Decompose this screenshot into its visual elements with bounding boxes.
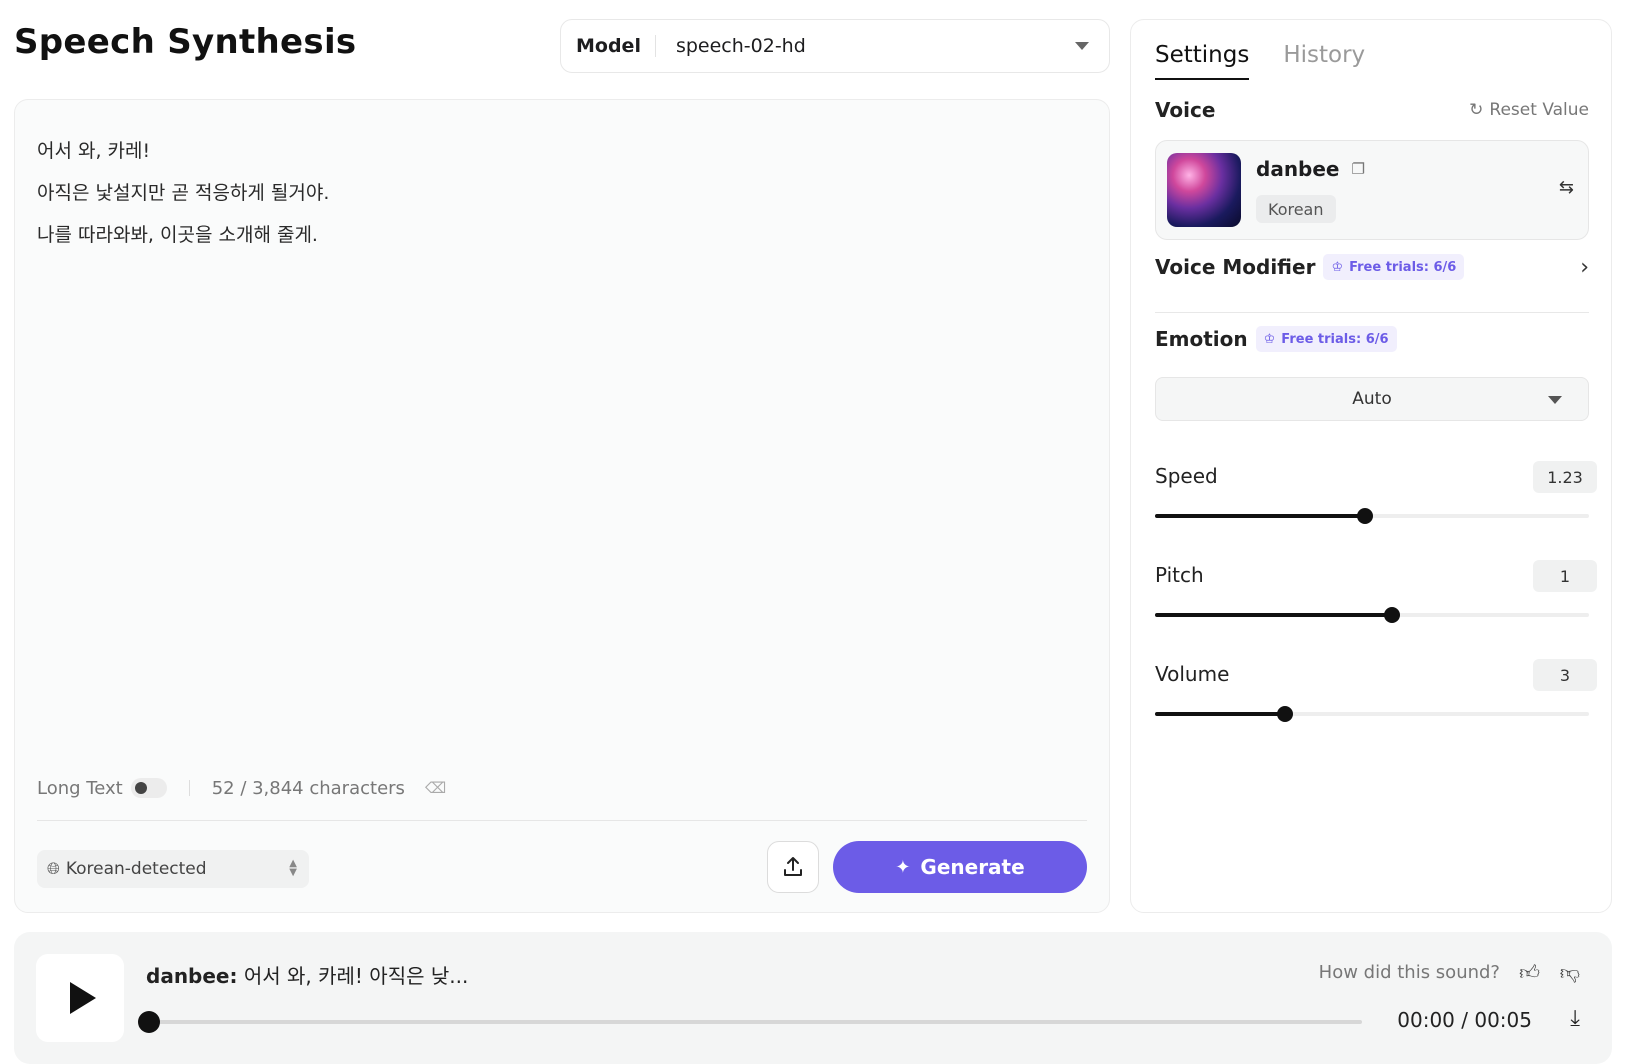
- text-editor[interactable]: 어서 와, 카레! 아직은 낯설지만 곧 적응하게 될거야. 나를 따라와봐, …: [14, 99, 1110, 913]
- pitch-value-input[interactable]: 1: [1533, 560, 1597, 592]
- progress-handle[interactable]: [138, 1011, 160, 1033]
- emotion-select[interactable]: Auto: [1155, 377, 1589, 421]
- emotion-value: Auto: [1352, 389, 1392, 409]
- chevron-right-icon: ›: [1580, 254, 1589, 280]
- reset-icon: ↻: [1469, 100, 1484, 120]
- playback-progress[interactable]: [138, 1011, 1362, 1033]
- long-text-label: Long Text: [37, 777, 123, 799]
- voice-language-tag: Korean: [1256, 195, 1336, 223]
- divider: [188, 780, 190, 796]
- chevron-down-icon: [1548, 396, 1562, 404]
- free-trials-text: Free trials: 6/6: [1349, 259, 1457, 275]
- model-label: Model: [561, 35, 656, 57]
- slider-fill: [1155, 613, 1392, 617]
- volume-slider[interactable]: [1155, 706, 1589, 722]
- crown-icon: ♔: [1263, 331, 1276, 347]
- voice-header: Voice ↻ Reset Value: [1155, 98, 1589, 122]
- sort-arrows-icon: ▲ ▼: [289, 858, 297, 878]
- voice-name-text: danbee: [1256, 157, 1340, 181]
- emotion-title: Emotion: [1155, 327, 1248, 351]
- reset-value-button[interactable]: ↻ Reset Value: [1469, 100, 1589, 120]
- download-icon[interactable]: ⤓: [1570, 1006, 1580, 1031]
- reset-label: Reset Value: [1489, 100, 1589, 120]
- track-voice: danbee:: [146, 964, 238, 988]
- voice-avatar: [1167, 153, 1241, 227]
- generate-label: Generate: [920, 855, 1025, 879]
- slider-fill: [1155, 514, 1366, 518]
- crown-icon: ♔: [1331, 259, 1344, 275]
- text-line: 어서 와, 카레!: [37, 140, 151, 162]
- copy-icon[interactable]: ❐: [1352, 160, 1365, 178]
- text-line: 나를 따라와봐, 이곳을 소개해 줄게.: [37, 224, 318, 246]
- chevron-down-icon: [1075, 42, 1089, 50]
- speed-label: Speed: [1155, 464, 1218, 488]
- free-trials-badge: ♔ Free trials: 6/6: [1255, 326, 1397, 352]
- swap-icon[interactable]: ⇆: [1559, 177, 1574, 198]
- speed-slider[interactable]: [1155, 508, 1589, 524]
- long-text-toggle[interactable]: [130, 778, 167, 798]
- emotion-header: Emotion ♔ Free trials: 6/6: [1155, 326, 1589, 352]
- model-select[interactable]: Model speech-02-hd: [560, 19, 1110, 73]
- voice-title: Voice: [1155, 98, 1216, 122]
- voice-modifier-title: Voice Modifier: [1155, 255, 1316, 279]
- volume-label: Volume: [1155, 662, 1230, 686]
- editor-footer: Long Text 52 / 3,844 characters ⌫: [37, 768, 1087, 808]
- toggle-knob: [134, 782, 147, 794]
- free-trials-badge: ♔ Free trials: 6/6: [1323, 254, 1465, 280]
- volume-value-input[interactable]: 3: [1533, 659, 1597, 691]
- upload-icon: [784, 857, 802, 876]
- slider-fill: [1155, 712, 1286, 716]
- pitch-slider[interactable]: [1155, 607, 1589, 623]
- speed-value-input[interactable]: 1.23: [1533, 461, 1597, 493]
- slider-handle[interactable]: [1357, 508, 1374, 524]
- divider: [1155, 312, 1589, 313]
- pitch-label: Pitch: [1155, 563, 1204, 587]
- feedback-prompt: How did this sound?: [1318, 962, 1500, 983]
- generate-button[interactable]: ✦ Generate: [833, 841, 1087, 893]
- voice-card[interactable]: danbee ❐ Korean ⇆: [1155, 140, 1589, 240]
- play-icon: [70, 982, 96, 1014]
- playback-time: 00:00 / 00:05: [1397, 1008, 1532, 1032]
- thumbs-up-icon[interactable]: 👍︎: [1519, 960, 1540, 985]
- character-count: 52 / 3,844 characters: [211, 777, 405, 799]
- settings-panel: Settings History Voice ↻ Reset Value dan…: [1130, 19, 1612, 913]
- free-trials-text: Free trials: 6/6: [1281, 331, 1389, 347]
- play-button[interactable]: [36, 954, 124, 1042]
- track-title: danbee: 어서 와, 카레! 아직은 낮...: [146, 960, 468, 989]
- language-select[interactable]: 🌐︎ Korean-detected ▲ ▼: [37, 850, 309, 888]
- language-value: Korean-detected: [65, 859, 207, 879]
- panel-tabs: Settings History: [1155, 42, 1399, 80]
- tab-history[interactable]: History: [1283, 42, 1365, 80]
- divider: [37, 820, 1087, 821]
- text-line: 아직은 낯설지만 곧 적응하게 될거야.: [37, 182, 330, 204]
- page-title: Speech Synthesis: [14, 22, 357, 62]
- slider-handle[interactable]: [1383, 607, 1400, 623]
- track-snippet: 어서 와, 카레! 아직은 낮...: [237, 964, 469, 988]
- slider-handle[interactable]: [1277, 706, 1294, 722]
- voice-name: danbee ❐: [1256, 157, 1365, 181]
- eraser-icon[interactable]: ⌫: [425, 779, 446, 797]
- globe-icon: 🌐︎: [47, 859, 60, 878]
- thumbs-down-icon[interactable]: 👎︎: [1560, 960, 1580, 985]
- tab-settings[interactable]: Settings: [1155, 42, 1250, 80]
- model-value: speech-02-hd: [675, 35, 806, 57]
- editor-text[interactable]: 어서 와, 카레! 아직은 낯설지만 곧 적응하게 될거야. 나를 따라와봐, …: [37, 130, 329, 256]
- sparkle-icon: ✦: [895, 856, 911, 878]
- voice-modifier-row[interactable]: Voice Modifier ♔ Free trials: 6/6 ›: [1155, 254, 1589, 280]
- audio-player: danbee: 어서 와, 카레! 아직은 낮... How did this …: [14, 932, 1612, 1064]
- upload-button[interactable]: [767, 841, 819, 893]
